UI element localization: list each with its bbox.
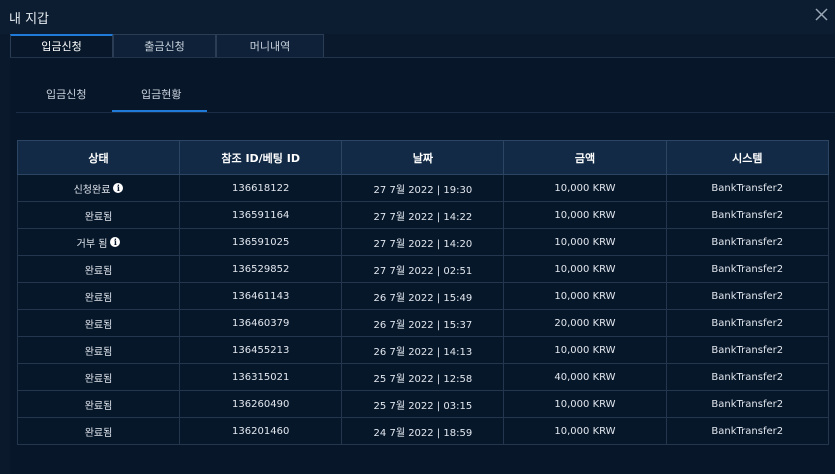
cell-reference-id: 136201460: [179, 417, 343, 445]
cell-status: 거부 됨i: [16, 228, 181, 256]
table-row: 완료됨 136455213 26 7월 2022 | 14:13 10,000 …: [16, 336, 830, 364]
cell-system: BankTransfer2: [665, 174, 830, 202]
cell-amount: 10,000 KRW: [503, 390, 667, 418]
subtab-divider: [16, 112, 835, 113]
cell-amount: 10,000 KRW: [503, 336, 667, 364]
cell-date: 27 7월 2022 | 14:20: [341, 228, 505, 256]
cell-date: 27 7월 2022 | 19:30: [341, 174, 505, 202]
table-row: 완료됨 136529852 27 7월 2022 | 02:51 10,000 …: [16, 255, 830, 283]
table-row: 완료됨 136315021 25 7월 2022 | 12:58 40,000 …: [16, 363, 830, 391]
table-row: 거부 됨i 136591025 27 7월 2022 | 14:20 10,00…: [16, 228, 830, 256]
cell-status: 완료됨: [16, 363, 181, 391]
cell-system: BankTransfer2: [665, 390, 830, 418]
cell-amount: 10,000 KRW: [503, 201, 667, 229]
cell-reference-id: 136460379: [179, 309, 343, 337]
cell-status: 완료됨: [16, 417, 181, 445]
cell-date: 26 7월 2022 | 15:37: [341, 309, 505, 337]
tab-withdraw-request[interactable]: 출금신청: [113, 34, 216, 57]
status-text: 거부 됨: [76, 238, 108, 250]
cell-status: 완료됨: [16, 255, 181, 283]
cell-system: BankTransfer2: [665, 282, 830, 310]
cell-system: BankTransfer2: [665, 201, 830, 229]
cell-status: 완료됨: [16, 390, 181, 418]
cell-reference-id: 136591164: [179, 201, 343, 229]
cell-system: BankTransfer2: [665, 417, 830, 445]
table-row: 완료됨 136201460 24 7월 2022 | 18:59 10,000 …: [16, 417, 830, 445]
cell-system: BankTransfer2: [665, 309, 830, 337]
cell-system: BankTransfer2: [665, 336, 830, 364]
cell-date: 24 7월 2022 | 18:59: [341, 417, 505, 445]
table-row: 완료됨 136260490 25 7월 2022 | 03:15 10,000 …: [16, 390, 830, 418]
tab-money-history[interactable]: 머니내역: [216, 34, 324, 57]
header-amount: 금액: [503, 140, 667, 175]
cell-date: 26 7월 2022 | 14:13: [341, 336, 505, 364]
main-tabs: 입금신청 출금신청 머니내역: [10, 34, 835, 58]
cell-amount: 10,000 KRW: [503, 282, 667, 310]
table-row: 완료됨 136591164 27 7월 2022 | 14:22 10,000 …: [16, 201, 830, 229]
cell-date: 25 7월 2022 | 12:58: [341, 363, 505, 391]
cell-reference-id: 136618122: [179, 174, 343, 202]
cell-reference-id: 136315021: [179, 363, 343, 391]
cell-reference-id: 136260490: [179, 390, 343, 418]
cell-status: 신청완료 i: [16, 174, 181, 202]
cell-date: 25 7월 2022 | 03:15: [341, 390, 505, 418]
cell-amount: 10,000 KRW: [503, 174, 667, 202]
info-icon[interactable]: i: [113, 183, 124, 193]
header-status: 상태: [16, 140, 181, 175]
cell-status: 완료됨: [16, 201, 181, 229]
table-row: 완료됨 136461143 26 7월 2022 | 15:49 10,000 …: [16, 282, 830, 310]
window-title: 내 지갑: [9, 12, 50, 27]
close-icon[interactable]: [811, 4, 833, 26]
table-row: 신청완료 i 136618122 27 7월 2022 | 19:30 10,00…: [16, 174, 830, 202]
cell-system: BankTransfer2: [665, 228, 830, 256]
cell-status: 완료됨: [16, 336, 181, 364]
table-header-row: 상태 참조 ID/베팅 ID 날짜 금액 시스템: [16, 140, 830, 175]
deposit-status-table: 상태 참조 ID/베팅 ID 날짜 금액 시스템 신청완료 i 136618122…: [16, 140, 830, 445]
cell-reference-id: 136591025: [179, 228, 343, 256]
cell-amount: 40,000 KRW: [503, 363, 667, 391]
header-reference-id: 참조 ID/베팅 ID: [179, 140, 343, 175]
subtab-deposit-request[interactable]: 입금신청: [46, 86, 86, 102]
status-text: 신청완료: [73, 184, 111, 196]
cell-date: 27 7월 2022 | 14:22: [341, 201, 505, 229]
cell-reference-id: 136529852: [179, 255, 343, 283]
content-panel: 입금신청 입금현황 상태 참조 ID/베팅 ID 날짜 금액 시스템 신청완료 i…: [10, 57, 835, 474]
cell-reference-id: 136455213: [179, 336, 343, 364]
cell-amount: 10,000 KRW: [503, 417, 667, 445]
cell-system: BankTransfer2: [665, 255, 830, 283]
cell-amount: 10,000 KRW: [503, 228, 667, 256]
info-icon[interactable]: i: [110, 237, 121, 247]
cell-status: 완료됨: [16, 309, 181, 337]
cell-amount: 20,000 KRW: [503, 309, 667, 337]
window-titlebar: 내 지갑: [0, 0, 835, 34]
cell-system: BankTransfer2: [665, 363, 830, 391]
cell-date: 27 7월 2022 | 02:51: [341, 255, 505, 283]
cell-status: 완료됨: [16, 282, 181, 310]
cell-date: 26 7월 2022 | 15:49: [341, 282, 505, 310]
cell-reference-id: 136461143: [179, 282, 343, 310]
tab-deposit-request[interactable]: 입금신청: [10, 34, 113, 57]
header-system: 시스템: [665, 140, 830, 175]
table-row: 완료됨 136460379 26 7월 2022 | 15:37 20,000 …: [16, 309, 830, 337]
cell-amount: 10,000 KRW: [503, 255, 667, 283]
subtab-deposit-status[interactable]: 입금현황: [141, 86, 181, 102]
header-date: 날짜: [341, 140, 505, 175]
